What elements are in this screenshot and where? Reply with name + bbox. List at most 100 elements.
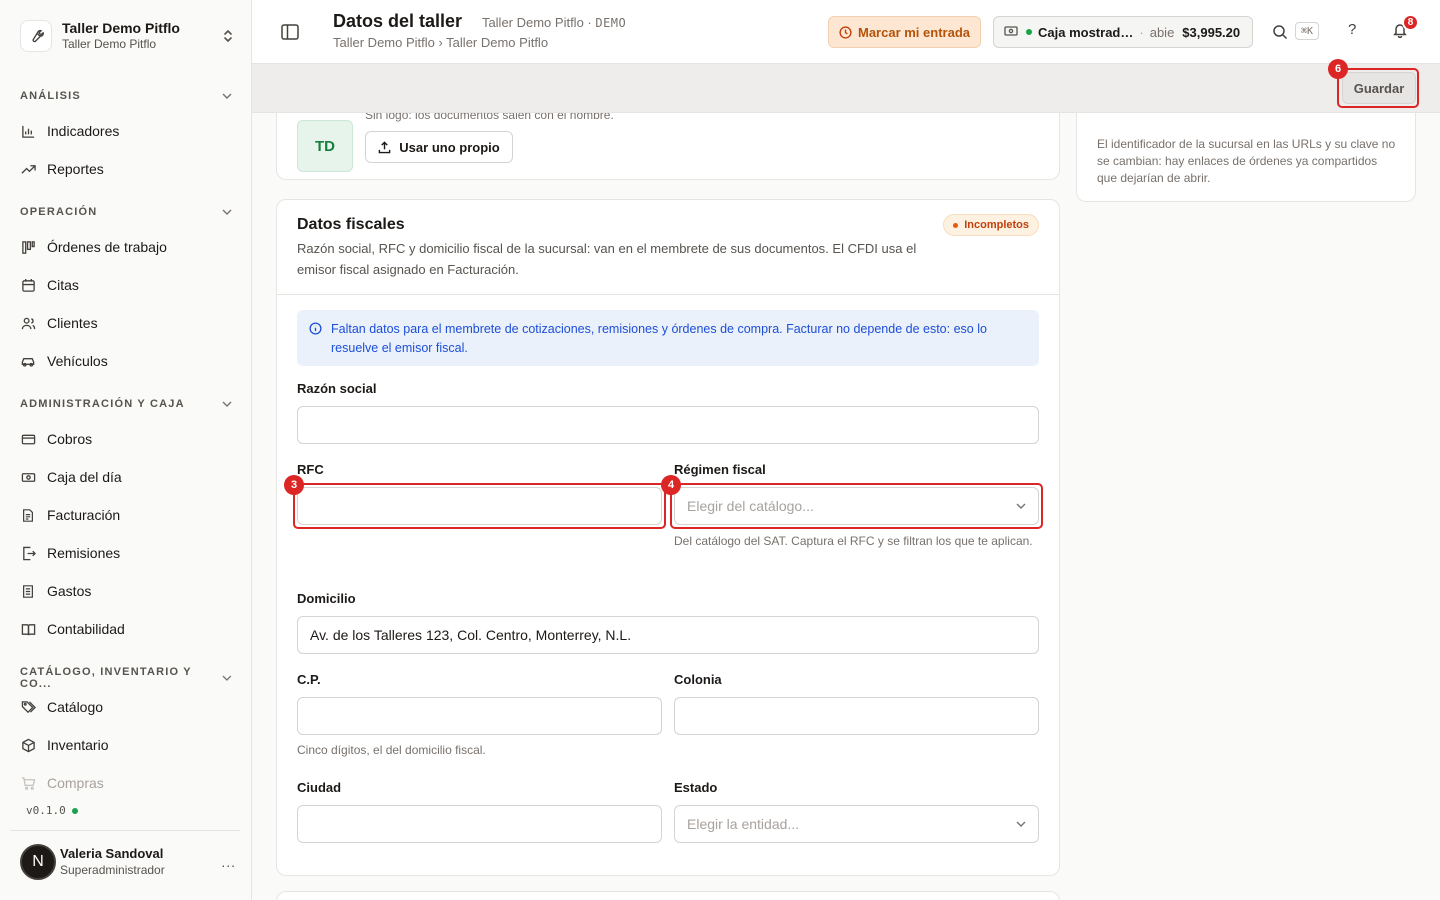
cash-register-icon	[1004, 25, 1018, 40]
wrench-icon	[20, 20, 52, 52]
notification-badge: 8	[1402, 14, 1419, 31]
receipt-icon	[20, 583, 36, 599]
section-label: CATÁLOGO, INVENTARIO Y CO...	[20, 666, 192, 690]
section-operacion[interactable]: OPERACIÓN	[20, 206, 232, 218]
divider	[277, 294, 1059, 295]
sidebar-item-contabilidad[interactable]: Contabilidad	[20, 614, 232, 644]
sidebar-item-label: Compras	[47, 775, 104, 791]
sidebar-item-catalogo[interactable]: Catálogo	[20, 692, 232, 722]
chevron-down-icon	[1016, 821, 1026, 827]
sidebar-item-remisiones[interactable]: Remisiones	[20, 538, 232, 568]
sidebar-item-label: Cobros	[47, 431, 93, 447]
section-description: Razón social, RFC y domicilio fiscal de …	[297, 241, 917, 277]
highlight-box	[293, 483, 666, 529]
sidebar-toggle-icon[interactable]	[281, 24, 299, 40]
cash-icon	[20, 469, 36, 485]
cart-icon	[20, 775, 36, 791]
save-bar: Guardar 6	[252, 59, 1440, 113]
section-catalogo[interactable]: CATÁLOGO, INVENTARIO Y CO...	[20, 666, 232, 690]
caja-status-button[interactable]: Caja mostrad… · abie $3,995.20	[993, 16, 1253, 48]
sidebar-item-label: Reportes	[47, 161, 104, 177]
search-icon[interactable]	[1272, 24, 1290, 42]
status-dot	[953, 222, 959, 228]
help-icon[interactable]: ?	[1348, 21, 1356, 38]
section-label: ANÁLISIS	[20, 90, 81, 102]
sidebar-item-label: Catálogo	[47, 699, 104, 715]
marcar-entrada-button[interactable]: Marcar mi entrada	[828, 16, 981, 48]
estado-label: Estado	[674, 780, 718, 795]
user-menu[interactable]: N Valeria Sandoval Superadministrador ..…	[20, 843, 236, 881]
chevron-down-icon	[222, 401, 232, 407]
version-text: v0.1.0	[26, 804, 66, 817]
cp-help: Cinco dígitos, el del domicilio fiscal.	[297, 743, 486, 757]
org-name: Taller Demo Pitflo	[62, 20, 180, 36]
kanban-icon	[20, 239, 36, 255]
sidebar-item-reportes[interactable]: Reportes	[20, 154, 232, 184]
user-name: Valeria Sandoval	[60, 846, 164, 861]
section-analisis[interactable]: ANÁLISIS	[20, 90, 232, 102]
sidebar-item-vehiculos[interactable]: Vehículos	[20, 346, 232, 376]
sidebar-item-inventario[interactable]: Inventario	[20, 730, 232, 760]
breadcrumb[interactable]: Taller Demo Pitflo › Taller Demo Pitflo	[333, 35, 626, 50]
step-marker: 3	[284, 475, 304, 495]
book-icon	[20, 621, 36, 637]
sidebar-item-gastos[interactable]: Gastos	[20, 576, 232, 606]
sidebar-item-clientes[interactable]: Clientes	[20, 308, 232, 338]
highlight-box	[670, 483, 1043, 529]
car-icon	[20, 353, 36, 369]
avatar: N	[20, 844, 56, 880]
colonia-input[interactable]	[674, 697, 1039, 735]
domicilio-input[interactable]: Av. de los Talleres 123, Col. Centro, Mo…	[297, 616, 1039, 654]
app-version: v0.1.0	[26, 804, 78, 817]
sidebar-item-label: Remisiones	[47, 545, 121, 561]
credit-card-icon	[20, 431, 36, 447]
ciudad-input[interactable]	[297, 805, 662, 843]
sidebar-item-label: Facturación	[47, 507, 121, 523]
bar-chart-icon	[20, 123, 36, 139]
logo-initials: TD	[297, 120, 353, 172]
sucursal-note: El identificador de la sucursal en las U…	[1097, 137, 1396, 185]
sidebar-item-label: Órdenes de trabajo	[47, 239, 167, 255]
chevron-down-icon	[222, 93, 232, 99]
sidebar: Taller Demo Pitflo Taller Demo Pitflo AN…	[0, 0, 252, 900]
cp-label: C.P.	[297, 672, 321, 687]
sidebar-item-citas[interactable]: Citas	[20, 270, 232, 300]
sidebar-item-label: Citas	[47, 277, 79, 293]
sidebar-item-ordenes[interactable]: Órdenes de trabajo	[20, 232, 232, 262]
sidebar-item-label: Vehículos	[47, 353, 108, 369]
section-administracion[interactable]: ADMINISTRACIÓN Y CAJA	[20, 398, 232, 410]
sidebar-item-label: Gastos	[47, 583, 92, 599]
demo-tag: DEMO	[595, 16, 627, 30]
page-title: Datos del taller	[333, 11, 463, 31]
sidebar-item-cobros[interactable]: Cobros	[20, 424, 232, 454]
chevron-down-icon	[222, 675, 232, 681]
org-switcher[interactable]: Taller Demo Pitflo Taller Demo Pitflo	[20, 18, 236, 54]
razon-social-input[interactable]	[297, 406, 1039, 444]
info-side-card: El identificador de la sucursal en las U…	[1076, 113, 1416, 202]
sidebar-item-label: Indicadores	[47, 123, 120, 139]
select-placeholder: Elegir la entidad...	[687, 816, 800, 832]
sidebar-item-indicadores[interactable]: Indicadores	[20, 116, 232, 146]
cp-input[interactable]	[297, 697, 662, 735]
logo-hint: Sin logo: los documentos salen con el no…	[365, 113, 614, 122]
usar-logo-button[interactable]: Usar uno propio	[365, 131, 513, 163]
sidebar-item-compras[interactable]: Compras	[20, 768, 232, 798]
ciudad-label: Ciudad	[297, 780, 342, 795]
sidebar-item-facturacion[interactable]: Facturación	[20, 500, 232, 530]
sidebar-item-caja-del-dia[interactable]: Caja del día	[20, 462, 232, 492]
tags-icon	[20, 699, 36, 715]
more-icon[interactable]: ...	[221, 854, 236, 870]
section-label: OPERACIÓN	[20, 206, 98, 218]
step-marker: 6	[1328, 59, 1348, 79]
regimen-fiscal-label: Régimen fiscal	[674, 462, 766, 477]
guardar-button[interactable]: Guardar	[1342, 72, 1416, 104]
caja-name: Caja mostrad…	[1038, 24, 1134, 40]
divider	[10, 830, 240, 831]
sidebar-item-label: Inventario	[47, 737, 109, 753]
chevron-down-icon	[222, 209, 232, 215]
razon-social-label: Razón social	[297, 381, 377, 396]
regimen-help: Del catálogo del SAT. Captura el RFC y s…	[674, 534, 1033, 548]
package-icon	[20, 737, 36, 753]
alert-text: Faltan datos para el membrete de cotizac…	[331, 322, 987, 355]
estado-select[interactable]: Elegir la entidad...	[674, 805, 1039, 843]
